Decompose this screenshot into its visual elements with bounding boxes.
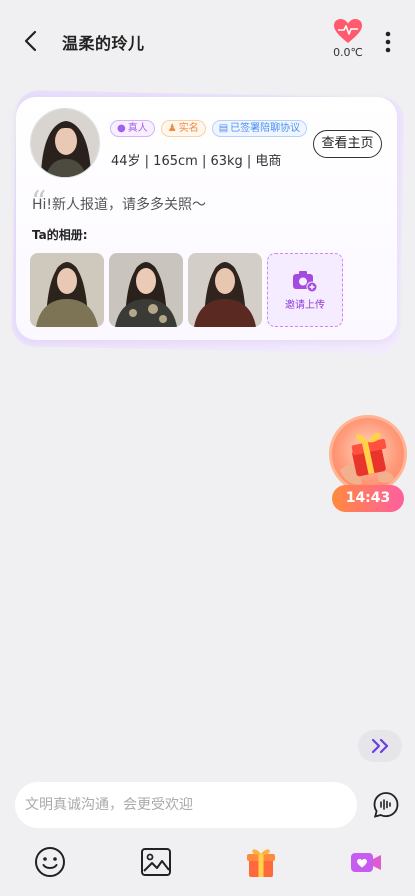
heart-pulse-icon	[334, 19, 362, 43]
emoji-icon	[35, 847, 65, 877]
real-name-icon: ♟	[167, 123, 177, 134]
avatar-image	[31, 109, 99, 177]
album-label: Ta的相册:	[32, 228, 88, 242]
voice-icon	[373, 792, 399, 818]
message-input[interactable]: 文明真诚沟通，会更受欢迎	[15, 782, 357, 828]
heat-value: 0.0℃	[333, 46, 363, 59]
gift-button[interactable]	[243, 844, 279, 880]
greeting-text: Hi!新人报道，请多多关照～	[32, 197, 207, 213]
camera-add-icon	[293, 270, 318, 292]
album-photo[interactable]	[109, 253, 183, 327]
more-vertical-icon	[385, 31, 391, 53]
real-person-badge: ● 真人	[110, 120, 155, 137]
gift-bubble	[329, 415, 407, 493]
document-icon: ▤	[218, 123, 229, 134]
heat-indicator[interactable]: 0.0℃	[328, 18, 368, 59]
video-call-icon	[351, 853, 381, 872]
profile-card: ● 真人 ♟ 实名 ▤ 已签署陪聊协议 44岁 | 165cm | 63kg |…	[16, 97, 397, 340]
real-name-label: 实名	[178, 123, 199, 134]
upload-label: 邀请上传	[285, 299, 325, 311]
image-button[interactable]	[138, 844, 174, 880]
countdown-timer: 14:43	[332, 485, 404, 512]
image-icon	[141, 848, 171, 876]
gift-box-icon	[340, 432, 394, 485]
more-button[interactable]	[378, 28, 398, 56]
gift-countdown[interactable]: 14:43	[328, 415, 408, 515]
back-arrow-icon	[24, 30, 37, 52]
real-name-badge: ♟ 实名	[160, 120, 206, 137]
real-person-icon: ●	[117, 123, 126, 134]
album-photo[interactable]	[30, 253, 104, 327]
profile-info: 44岁 | 165cm | 63kg | 电商	[111, 154, 282, 169]
page-title: 温柔的玲儿	[62, 34, 145, 53]
video-call-button[interactable]	[348, 844, 384, 880]
double-chevron-right-icon	[371, 738, 389, 754]
voice-button[interactable]	[371, 790, 401, 820]
agreement-badge: ▤ 已签署陪聊协议	[211, 120, 308, 137]
avatar[interactable]	[30, 108, 100, 178]
chat-header: 温柔的玲儿 0.0℃	[0, 0, 415, 84]
badge-row: ● 真人 ♟ 实名 ▤ 已签署陪聊协议	[110, 120, 308, 137]
scroll-to-latest-button[interactable]	[358, 730, 402, 762]
gift-icon	[247, 849, 275, 877]
bottom-toolbar	[0, 842, 415, 886]
real-person-label: 真人	[127, 123, 148, 134]
emoji-button[interactable]	[32, 844, 68, 880]
album-photo[interactable]	[188, 253, 262, 327]
invite-upload-button[interactable]: 邀请上传	[267, 253, 343, 327]
view-homepage-button[interactable]: 查看主页	[313, 130, 382, 158]
agreement-label: 已签署陪聊协议	[230, 123, 301, 134]
photo-album: 邀请上传	[30, 253, 343, 327]
back-button[interactable]	[18, 28, 44, 54]
